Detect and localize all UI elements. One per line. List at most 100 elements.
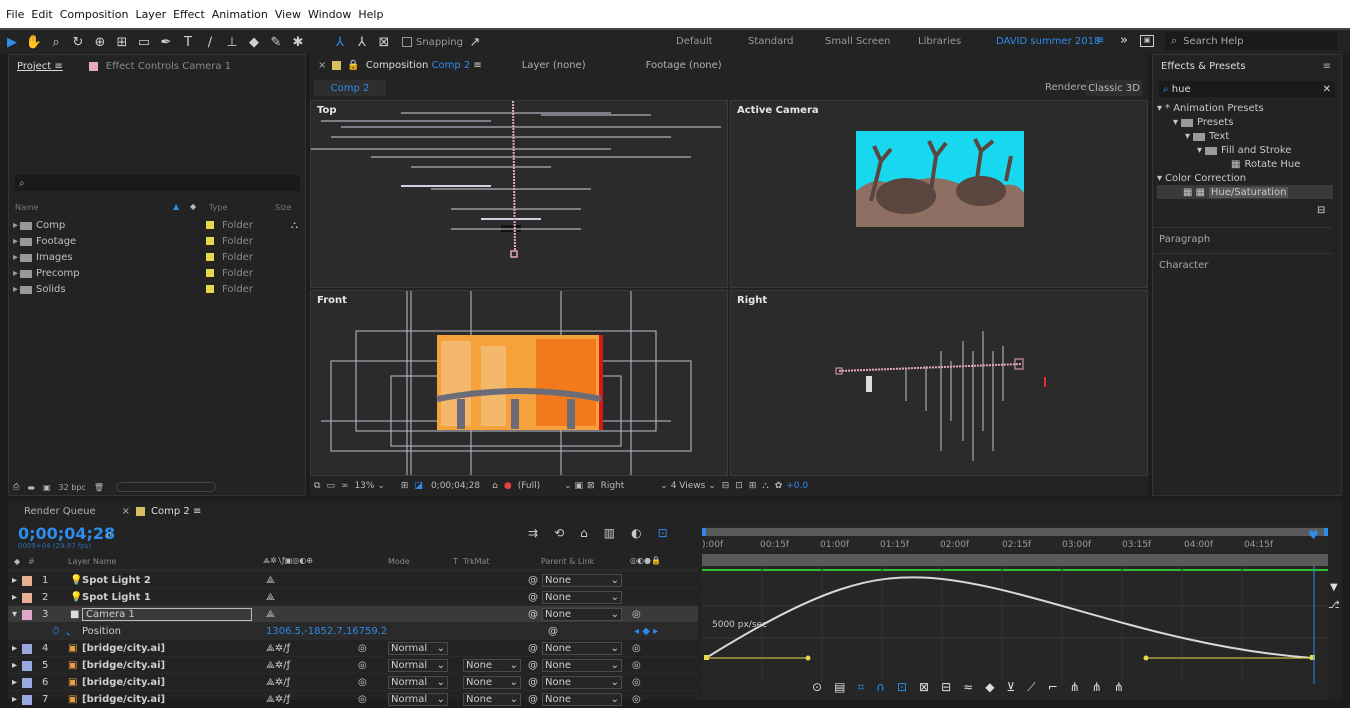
stopwatch-icon[interactable]: ⏱ xyxy=(52,623,60,640)
fast-previews-icon[interactable]: ⊡ xyxy=(735,481,743,491)
hand-tool-icon[interactable]: ✋ xyxy=(24,33,44,51)
fit-all-icon[interactable]: ⊠ xyxy=(919,680,929,695)
comp-navigator-button[interactable]: Comp 2 xyxy=(314,80,386,96)
tab-project[interactable]: Project ≡ xyxy=(17,61,63,72)
axis-local-icon[interactable]: ⅄ xyxy=(330,33,350,51)
graph-icon[interactable]: ⌞ xyxy=(66,623,71,640)
auto-bezier-icon[interactable]: ⟋ xyxy=(1027,680,1035,695)
expand-caret[interactable]: ▸ xyxy=(12,589,17,606)
puppet-tool-icon[interactable]: ✱ xyxy=(288,33,308,51)
workspace-menu-icon[interactable]: ≡ xyxy=(1096,35,1104,46)
tree-item-color-correction[interactable]: ▾ Color Correction xyxy=(1157,171,1337,185)
mask-visibility-icon[interactable]: ◪ xyxy=(414,481,423,491)
mode-dropdown[interactable]: Normal ⌄ xyxy=(388,642,448,655)
close-tab-icon[interactable]: × xyxy=(318,60,326,71)
tree-item-rotate-hue[interactable]: ▦ Rotate Hue xyxy=(1157,157,1337,171)
tree-item-animation-presets[interactable]: ▾ * Animation Presets xyxy=(1157,101,1337,115)
shy-layers-icon[interactable]: ⌂ xyxy=(580,526,588,540)
easy-ease-icon[interactable]: ⌐ xyxy=(1048,680,1058,695)
expand-caret[interactable]: ▸ xyxy=(12,640,17,657)
menu-item-composition[interactable]: Composition xyxy=(60,8,129,21)
layer-row[interactable]: ▸ 2 💡 Spot Light 1 ⟁ @ None ⌄ xyxy=(8,588,698,605)
motion-blur-icon[interactable]: ◐ xyxy=(631,526,641,540)
zoom-tool-icon[interactable]: ⌕ xyxy=(46,33,66,51)
trkmat-dropdown[interactable]: None ⌄ xyxy=(463,676,521,689)
current-time-display[interactable]: 0;00;04;28 xyxy=(431,481,480,491)
3d-layer-icon[interactable]: ◎ xyxy=(358,657,367,674)
layer-name[interactable]: [bridge/city.ai] xyxy=(82,657,165,674)
graph-editor-icon[interactable]: ⊡ xyxy=(658,526,668,540)
layer-name[interactable]: Spot Light 1 xyxy=(82,589,151,606)
layer-name[interactable]: Spot Light 2 xyxy=(82,572,151,589)
switch-shy-icon[interactable]: ⟁ xyxy=(266,572,275,589)
expand-caret[interactable]: ▸ xyxy=(12,657,17,674)
monitor-icon[interactable]: ▭ xyxy=(326,481,335,491)
current-timecode[interactable]: 0;00;04;28 xyxy=(18,524,115,543)
new-bin-icon[interactable]: ⊟ xyxy=(1317,205,1325,216)
layer-row-selected[interactable]: ▾ 3 ■ Camera 1 ⟁ @ None ⌄ ◎ xyxy=(8,605,698,622)
pick-whip-icon[interactable]: @ xyxy=(528,657,538,674)
viewer-right[interactable]: Right xyxy=(730,290,1148,476)
visibility-eye-icon[interactable]: ◎ xyxy=(632,606,641,623)
axis-view-icon[interactable]: ⊠ xyxy=(374,33,394,51)
clear-search-icon[interactable]: ✕ xyxy=(1323,84,1331,95)
comment-icon[interactable]: ▼ xyxy=(1330,582,1338,593)
transform-box-icon[interactable]: ⌗ xyxy=(857,680,864,695)
layer-color-swatch[interactable] xyxy=(22,660,32,671)
layer-row[interactable]: ▸ 5 ▣ [bridge/city.ai] ⟁✲∕ƒ ◎ Normal ⌄ No… xyxy=(8,656,698,673)
show-properties-icon[interactable]: ⊙ xyxy=(812,680,822,695)
hold-keyframe-icon[interactable]: ◆ xyxy=(985,680,994,695)
new-composition-icon[interactable]: ▣ xyxy=(43,483,51,492)
property-row-position[interactable]: ⏱ ⌞ Position 1306.5,-1852.7,16759.2 @ ◂ … xyxy=(8,622,698,639)
expand-caret[interactable]: ▸ xyxy=(12,572,17,589)
eraser-tool-icon[interactable]: ◆ xyxy=(244,33,264,51)
paragraph-panel-tab[interactable]: Paragraph xyxy=(1153,227,1333,251)
parent-dropdown[interactable]: None ⌄ xyxy=(542,659,622,672)
rectangle-tool-icon[interactable]: ▭ xyxy=(134,33,154,51)
layer-switches[interactable]: ⟁✲∕ƒ xyxy=(266,640,290,657)
graph-options-icon[interactable]: ▤ xyxy=(834,680,845,695)
snapping-toggle[interactable]: Snapping xyxy=(402,37,463,48)
menu-item-effect[interactable]: Effect xyxy=(173,8,205,21)
layer-name[interactable]: [bridge/city.ai] xyxy=(82,640,165,657)
tree-item-hue-saturation[interactable]: ▦ ▦ Hue/Saturation xyxy=(1157,185,1333,199)
project-item[interactable]: ▸ Images Folder xyxy=(9,249,299,265)
work-area-bar[interactable] xyxy=(702,528,1328,536)
timeline-icon[interactable]: ⊞ xyxy=(749,481,757,491)
time-ruler[interactable]: ):00f 00:15f 01:00f 01:15f 02:00f 02:15f… xyxy=(702,538,1328,554)
easy-ease-in-icon[interactable]: ⋔ xyxy=(1070,680,1080,695)
parent-dropdown[interactable]: None ⌄ xyxy=(542,676,622,689)
pick-whip-icon[interactable]: @ xyxy=(528,606,538,623)
layer-row[interactable]: ▸ 6 ▣ [bridge/city.ai] ⟁✲∕ƒ ◎ Normal ⌄ No… xyxy=(8,673,698,690)
separate-dimensions-icon[interactable]: ⊟ xyxy=(941,680,951,695)
selection-tool-icon[interactable]: ▶ xyxy=(2,33,22,51)
graph-editor[interactable]: ):00f 00:15f 01:00f 01:15f 02:00f 02:15f… xyxy=(702,524,1328,700)
show-channel-icon[interactable]: ● xyxy=(504,481,512,491)
frame-blending-icon[interactable]: ▥ xyxy=(604,526,615,540)
brush-tool-icon[interactable]: ∕ xyxy=(200,33,220,51)
pick-whip-icon[interactable]: @ xyxy=(528,640,538,657)
tab-layer[interactable]: Layer (none) xyxy=(522,60,586,71)
3d-layer-icon[interactable]: ◎ xyxy=(358,674,367,691)
bit-depth-label[interactable]: 32 bpc xyxy=(59,483,86,492)
parent-dropdown[interactable]: None ⌄ xyxy=(542,591,622,604)
effects-search-input[interactable]: ⌕ hue ✕ xyxy=(1159,81,1335,97)
close-tab-icon[interactable]: × xyxy=(122,506,130,517)
linear-keyframe-icon[interactable]: ⊻ xyxy=(1006,680,1015,695)
workspace-active[interactable]: DAVID summer 2018 xyxy=(996,36,1100,47)
pan-behind-tool-icon[interactable]: ⊞ xyxy=(112,33,132,51)
flowchart-icon[interactable]: ⛬ xyxy=(762,481,768,491)
graph-menu-icon[interactable]: ⎇ xyxy=(1328,600,1340,611)
always-preview-icon[interactable]: ⧉ xyxy=(314,481,320,491)
snap-options-icon[interactable]: ↗ xyxy=(465,33,485,51)
clone-stamp-tool-icon[interactable]: ⊥ xyxy=(222,33,242,51)
visibility-eye-icon[interactable]: ◎ xyxy=(632,657,641,674)
effects-panel-title[interactable]: Effects & Presets xyxy=(1161,61,1246,72)
tree-item-fill-and-stroke[interactable]: ▾ Fill and Stroke xyxy=(1157,143,1337,157)
workspace-small-screen[interactable]: Small Screen xyxy=(825,36,890,47)
pick-whip-icon[interactable]: @ xyxy=(528,674,538,691)
layer-row[interactable]: ▸ 7 ▣ [bridge/city.ai] ⟁✲∕ƒ ◎ Normal ⌄ No… xyxy=(8,690,698,707)
transparency-grid-icon[interactable]: ⊠ xyxy=(587,481,595,491)
tab-footage[interactable]: Footage (none) xyxy=(646,60,722,71)
ease-icon[interactable]: ⋔ xyxy=(1114,680,1124,695)
